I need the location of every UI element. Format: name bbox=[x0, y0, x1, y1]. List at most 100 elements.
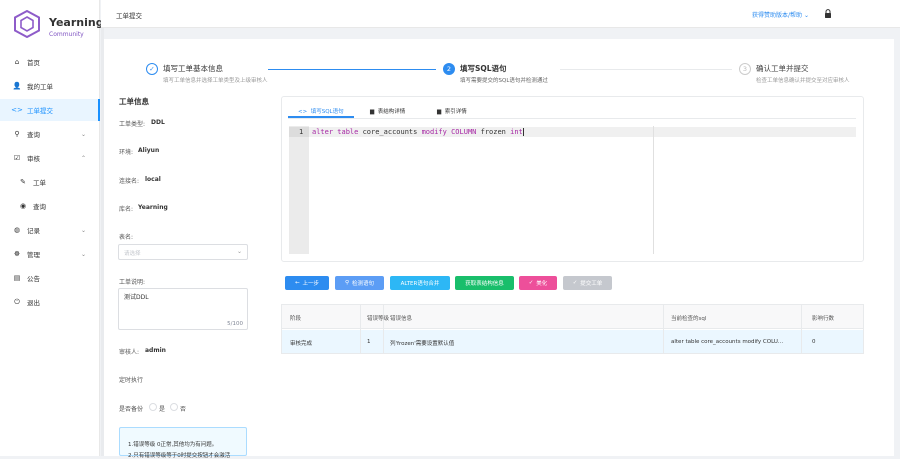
nav-subitem-audit-order[interactable]: ✎ 工单 bbox=[0, 171, 100, 193]
nav-label: 审核 bbox=[27, 155, 40, 163]
text-cursor bbox=[522, 128, 524, 136]
type-value: DDL bbox=[151, 119, 165, 126]
col-divider bbox=[801, 305, 802, 353]
tab-sql-input[interactable]: <> 填写SQL语句 bbox=[298, 107, 344, 115]
table-label: 表名: bbox=[119, 234, 134, 241]
auditor-label: 审核人: bbox=[119, 349, 140, 356]
th-current-sql: 当前检查的sql bbox=[671, 316, 707, 322]
backup-no-label[interactable]: 否 bbox=[180, 404, 186, 413]
notice-alert: 1.错误等级 0正常,其他均为有问题。 2.只有错误等级等于0时提交按钮才会激活 bbox=[119, 427, 247, 459]
button-label: ALTER语句合并 bbox=[400, 281, 440, 287]
backup-label: 是否备份 bbox=[119, 406, 144, 413]
code-icon: <> bbox=[11, 106, 23, 114]
step-1-title: 填写工单基本信息 bbox=[163, 64, 223, 73]
alter-merge-button[interactable]: ALTER语句合并 bbox=[390, 276, 450, 290]
prev-step-button[interactable]: ← 上一步 bbox=[285, 276, 329, 290]
user-icon: 👤 bbox=[12, 82, 22, 90]
sidebar: Yearning Community ⌂ 首页 👤 我的工单 <> 工单提交 ⚲ 查询 ⌄… bbox=[0, 0, 104, 456]
chevron-down-icon: ⌄ bbox=[80, 250, 86, 258]
col-divider bbox=[383, 305, 384, 353]
table-select[interactable]: 请选择 ⌄ bbox=[118, 244, 248, 260]
backup-yes-radio[interactable] bbox=[149, 403, 157, 411]
nav-item-query[interactable]: ⚲ 查询 ⌄ bbox=[0, 123, 100, 145]
beautify-button[interactable]: ✓ 美化 bbox=[519, 276, 557, 290]
step-connector bbox=[560, 69, 732, 70]
nav-label: 我的工单 bbox=[27, 83, 53, 91]
chevron-up-icon: ⌃ bbox=[80, 154, 86, 162]
help-dropdown[interactable]: 获得赞助版本/帮助 ⌄ bbox=[752, 10, 809, 19]
check-icon: ✓ bbox=[572, 280, 578, 286]
nav-item-manage[interactable]: ☸ 管理 ⌄ bbox=[0, 243, 100, 265]
nav-item-audit[interactable]: ☑ 审核 ⌃ bbox=[0, 147, 100, 169]
nav-subitem-audit-query[interactable]: ◉ 查询 bbox=[0, 195, 100, 217]
step-1-desc: 填写工单信息并选择工单类型及上级审核人 bbox=[163, 78, 268, 84]
search-icon: ⚲ bbox=[14, 130, 20, 138]
backup-yes-label[interactable]: 是 bbox=[159, 404, 165, 413]
sql-token: frozen bbox=[476, 128, 511, 136]
nav-item-notice[interactable]: ▤ 公告 bbox=[0, 267, 100, 289]
help-link[interactable]: 获得赞助版本/帮助 bbox=[752, 12, 802, 19]
auditor-value: admin bbox=[145, 347, 166, 354]
tab-index-detail[interactable]: ▆ 索引详情 bbox=[437, 107, 467, 115]
td-error-message: 列'frozen'需要设置默认值 bbox=[390, 341, 455, 347]
arrow-left-icon: ← bbox=[294, 280, 300, 286]
desc-textarea-value: 测试DDL bbox=[124, 294, 149, 301]
tab-label: 表结构详情 bbox=[377, 109, 406, 115]
chevron-down-icon: ⌄ bbox=[803, 12, 809, 19]
sidebar-scrollbar[interactable] bbox=[101, 28, 104, 456]
sql-token: int bbox=[510, 128, 523, 136]
step-done-check-icon: ✓ bbox=[146, 63, 158, 75]
db-value: Yearning bbox=[138, 204, 168, 211]
lock-icon[interactable] bbox=[824, 9, 832, 18]
td-stage: 审核完成 bbox=[290, 341, 313, 347]
code-editor[interactable] bbox=[289, 126, 856, 254]
check-sql-button[interactable]: ⚲ 检测语句 bbox=[335, 276, 384, 290]
nav-label: 首页 bbox=[27, 59, 40, 67]
step-2-number: 2 bbox=[443, 63, 455, 75]
nav-label: 工单提交 bbox=[27, 107, 53, 115]
nav-item-logout[interactable]: ⏻ 退出 bbox=[0, 291, 100, 313]
nav-item-submit-order[interactable]: <> 工单提交 bbox=[0, 99, 100, 121]
nav-label: 公告 bbox=[27, 275, 40, 283]
manage-icon: ☸ bbox=[13, 250, 21, 258]
submit-order-button[interactable]: ✓ 提交工单 bbox=[563, 276, 612, 290]
notice-line-1: 1.错误等级 0正常,其他均为有问题。 bbox=[128, 442, 218, 448]
step-connector bbox=[268, 69, 436, 70]
tab-label: 索引详情 bbox=[444, 109, 467, 115]
chevron-down-icon: ⌄ bbox=[80, 226, 86, 234]
nav-item-my-orders[interactable]: 👤 我的工单 bbox=[0, 75, 100, 97]
notice-icon: ▤ bbox=[13, 274, 21, 282]
th-stage: 阶段 bbox=[290, 316, 302, 322]
order-info-heading: 工单信息 bbox=[119, 97, 149, 106]
timer-label: 定时执行 bbox=[119, 377, 144, 384]
chevron-down-icon: ⌄ bbox=[236, 248, 242, 255]
step-2-desc: 填写需要提交的SQL语句并检测通过 bbox=[460, 78, 548, 84]
audit-icon: ☑ bbox=[13, 154, 21, 162]
tab-label: 填写SQL语句 bbox=[310, 109, 344, 115]
button-label: 上一步 bbox=[302, 281, 320, 287]
step-3-title: 确认工单并提交 bbox=[756, 64, 809, 73]
search-icon: ⚲ bbox=[344, 280, 349, 286]
nav-item-home[interactable]: ⌂ 首页 bbox=[0, 51, 100, 73]
nav-label: 查询 bbox=[33, 203, 46, 211]
backup-no-radio[interactable] bbox=[170, 403, 178, 411]
env-label: 环境: bbox=[119, 149, 134, 156]
nav-label: 管理 bbox=[27, 251, 40, 259]
col-divider bbox=[360, 305, 361, 353]
page-title: 工单提交 bbox=[116, 12, 142, 20]
sql-code-line: alter table core_accounts modify COLUMN … bbox=[312, 128, 524, 136]
line-gutter bbox=[289, 126, 309, 254]
get-table-info-button[interactable]: 获取表结构信息 bbox=[455, 276, 514, 290]
tab-table-structure[interactable]: ▆ 表结构详情 bbox=[370, 107, 405, 115]
nav-label: 查询 bbox=[27, 131, 40, 139]
td-error-level: 1 bbox=[367, 339, 371, 345]
rss-icon: ◉ bbox=[19, 202, 27, 210]
tab-divider bbox=[288, 118, 856, 119]
yearning-logo-icon[interactable] bbox=[14, 10, 40, 38]
desc-textarea[interactable]: 测试DDL 5/100 bbox=[118, 288, 248, 330]
env-value: Aliyun bbox=[138, 147, 160, 154]
step-3-number: 3 bbox=[739, 63, 751, 75]
conn-value: local bbox=[145, 176, 161, 183]
line-number: 1 bbox=[299, 128, 304, 136]
nav-item-records[interactable]: ◍ 记录 ⌄ bbox=[0, 219, 100, 241]
